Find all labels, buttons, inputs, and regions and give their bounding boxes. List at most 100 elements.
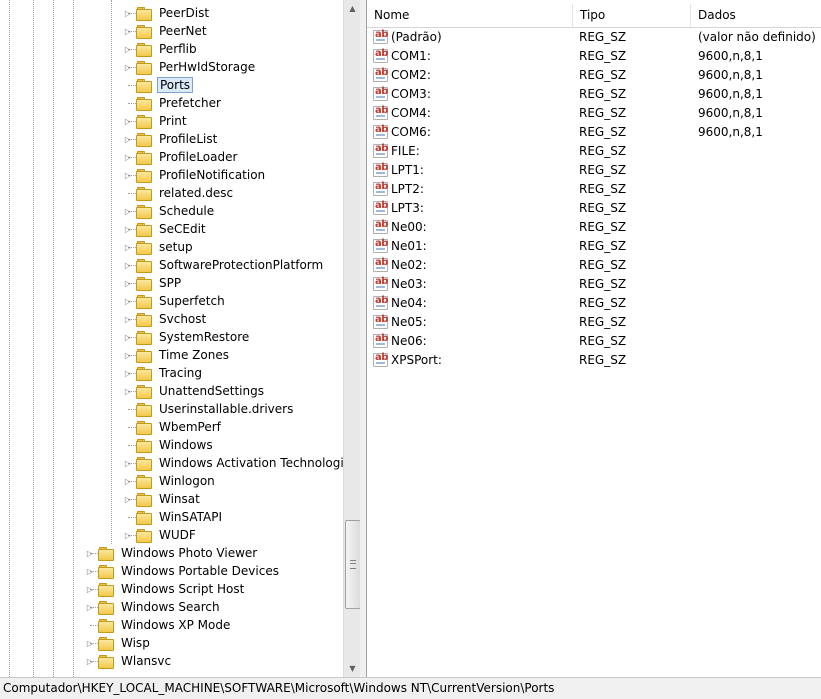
tree-node[interactable]: ▷ Winsat: [122, 490, 202, 508]
expand-arrow-icon[interactable]: ▷: [122, 40, 134, 58]
tree-node[interactable]: ▷ PerHwIdStorage: [122, 58, 257, 76]
tree-node[interactable]: ▷ Windows Portable Devices: [84, 562, 281, 580]
expand-arrow-icon[interactable]: ▷: [122, 58, 134, 76]
expand-arrow-icon[interactable]: ▷: [122, 202, 134, 220]
expand-arrow-icon[interactable]: ▷: [122, 526, 134, 544]
expand-arrow-icon[interactable]: ▷: [122, 166, 134, 184]
tree-node[interactable]: ▷ Wisp: [84, 634, 152, 652]
value-row[interactable]: ab LPT2: REG_SZ: [367, 180, 821, 199]
expand-arrow-icon[interactable]: ▷: [84, 652, 96, 670]
expand-arrow-icon[interactable]: ▷: [122, 148, 134, 166]
expand-arrow-icon[interactable]: ▷: [84, 634, 96, 652]
expand-arrow-icon[interactable]: ▷: [122, 220, 134, 238]
tree-node[interactable]: ▷ setup: [122, 238, 195, 256]
expand-arrow-icon[interactable]: ▷: [122, 328, 134, 346]
tree-node[interactable]: Windows XP Mode: [84, 616, 232, 634]
expand-arrow-icon[interactable]: ▷: [122, 274, 134, 292]
tree-node-label: Wisp: [121, 635, 150, 650]
column-header-type[interactable]: Tipo: [573, 4, 691, 27]
tree-node[interactable]: Userinstallable.drivers: [122, 400, 295, 418]
tree-node[interactable]: ▷ SystemRestore: [122, 328, 251, 346]
expand-arrow-icon[interactable]: ▷: [122, 490, 134, 508]
expand-arrow-icon[interactable]: ▷: [122, 292, 134, 310]
expand-arrow-icon[interactable]: ▷: [122, 4, 134, 22]
expand-arrow-icon[interactable]: ▷: [84, 598, 96, 616]
value-row[interactable]: ab Ne03: REG_SZ: [367, 275, 821, 294]
value-row[interactable]: ab COM1: REG_SZ 9600,n,8,1: [367, 47, 821, 66]
tree-node[interactable]: ▷ Print: [122, 112, 189, 130]
value-row[interactable]: ab (Padrão) REG_SZ (valor não definido): [367, 28, 821, 47]
scroll-up-icon[interactable]: ▲: [344, 0, 361, 17]
tree-node[interactable]: Prefetcher: [122, 94, 223, 112]
expand-arrow-icon[interactable]: ▷: [122, 256, 134, 274]
value-row[interactable]: ab Ne05: REG_SZ: [367, 313, 821, 332]
tree-node[interactable]: ▷ ProfileList: [122, 130, 219, 148]
tree-node[interactable]: ▷ ProfileLoader: [122, 148, 239, 166]
expand-arrow-icon[interactable]: ▷: [122, 130, 134, 148]
tree-node[interactable]: ▷ SPP: [122, 274, 183, 292]
column-header-data[interactable]: Dados: [691, 4, 821, 27]
expand-arrow-icon[interactable]: ▷: [122, 310, 134, 328]
tree-node[interactable]: WinSATAPI: [122, 508, 224, 526]
value-row[interactable]: ab LPT3: REG_SZ: [367, 199, 821, 218]
expand-arrow-icon[interactable]: ▷: [84, 580, 96, 598]
expand-arrow-icon[interactable]: ▷: [122, 238, 134, 256]
tree-node-label: Schedule: [159, 203, 215, 218]
tree-node[interactable]: ▷ Perflib: [122, 40, 199, 58]
tree-node-label: Windows Script Host: [121, 581, 245, 596]
scroll-thumb[interactable]: [345, 520, 361, 609]
tree-node[interactable]: Windows: [122, 436, 215, 454]
tree-node[interactable]: ▷ Time Zones: [122, 346, 231, 364]
value-row[interactable]: ab Ne01: REG_SZ: [367, 237, 821, 256]
tree-node[interactable]: ▷ Schedule: [122, 202, 216, 220]
expand-arrow-icon[interactable]: ▷: [122, 364, 134, 382]
tree-node[interactable]: ▷ Winlogon: [122, 472, 217, 490]
tree-node[interactable]: ▷ UnattendSettings: [122, 382, 266, 400]
tree-node[interactable]: ▷ Windows Script Host: [84, 580, 246, 598]
tree-node[interactable]: Ports: [122, 76, 194, 94]
expand-arrow-icon[interactable]: ▷: [122, 454, 134, 472]
expand-arrow-icon[interactable]: ▷: [122, 112, 134, 130]
tree-node[interactable]: ▷ Windows Search: [84, 598, 222, 616]
value-row[interactable]: ab Ne06: REG_SZ: [367, 332, 821, 351]
tree-node[interactable]: ▷ Svchost: [122, 310, 208, 328]
folder-icon: [136, 96, 152, 111]
value-row[interactable]: ab COM3: REG_SZ 9600,n,8,1: [367, 85, 821, 104]
value-row[interactable]: ab FILE: REG_SZ: [367, 142, 821, 161]
value-name: (Padrão): [391, 30, 442, 44]
expand-arrow-icon[interactable]: ▷: [84, 562, 96, 580]
column-header-name[interactable]: Nome: [367, 4, 573, 27]
value-row[interactable]: ab Ne02: REG_SZ: [367, 256, 821, 275]
tree-node-label: PeerNet: [159, 23, 207, 38]
value-row[interactable]: ab COM2: REG_SZ 9600,n,8,1: [367, 66, 821, 85]
value-row[interactable]: ab LPT1: REG_SZ: [367, 161, 821, 180]
tree-node[interactable]: ▷ ProfileNotification: [122, 166, 267, 184]
value-row[interactable]: ab COM4: REG_SZ 9600,n,8,1: [367, 104, 821, 123]
value-row[interactable]: ab COM6: REG_SZ 9600,n,8,1: [367, 123, 821, 142]
registry-key-tree[interactable]: ▷ PeerDist ▷ PeerNet ▷ Perflib ▷ PerHwIdStorage…: [0, 0, 343, 677]
tree-node[interactable]: ▷ Windows Photo Viewer: [84, 544, 259, 562]
value-row[interactable]: ab XPSPort: REG_SZ: [367, 351, 821, 370]
tree-node[interactable]: ▷ WUDF: [122, 526, 198, 544]
tree-node[interactable]: related.desc: [122, 184, 235, 202]
expand-arrow-icon[interactable]: ▷: [122, 382, 134, 400]
string-value-icon: ab: [373, 181, 388, 196]
value-row[interactable]: ab Ne00: REG_SZ: [367, 218, 821, 237]
expand-arrow-icon[interactable]: ▷: [122, 472, 134, 490]
tree-vertical-scrollbar[interactable]: ▲ ▼: [343, 0, 361, 677]
registry-values-list[interactable]: Nome Tipo Dados ab (Padrão) REG_SZ (valor n…: [366, 0, 821, 677]
tree-node[interactable]: ▷ Wlansvc: [84, 652, 173, 670]
tree-node[interactable]: ▷ SeCEdit: [122, 220, 208, 238]
value-row[interactable]: ab Ne04: REG_SZ: [367, 294, 821, 313]
tree-node[interactable]: WbemPerf: [122, 418, 223, 436]
tree-node[interactable]: ▷ Superfetch: [122, 292, 227, 310]
tree-node[interactable]: ▷ PeerNet: [122, 22, 209, 40]
tree-node[interactable]: ▷ Tracing: [122, 364, 204, 382]
expand-arrow-icon[interactable]: ▷: [122, 346, 134, 364]
expand-arrow-icon[interactable]: ▷: [84, 544, 96, 562]
scroll-down-icon[interactable]: ▼: [344, 660, 361, 677]
tree-node[interactable]: ▷ PeerDist: [122, 4, 211, 22]
tree-node[interactable]: ▷ SoftwareProtectionPlatform: [122, 256, 325, 274]
expand-arrow-icon[interactable]: ▷: [122, 22, 134, 40]
tree-node[interactable]: ▷ Windows Activation Technologies: [122, 454, 343, 472]
